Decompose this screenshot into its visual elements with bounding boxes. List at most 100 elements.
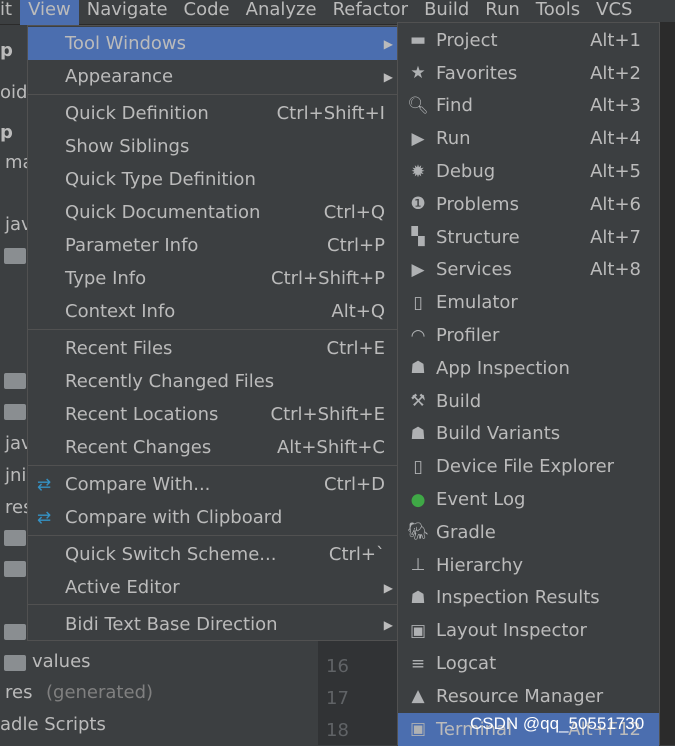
menu-item-device-file-explorer[interactable]: ▯ Device File Explorer (398, 450, 659, 483)
menu-item-tool-windows[interactable]: Tool Windows ▶ (28, 27, 397, 60)
menu-item-type-info[interactable]: Type Info Ctrl+Shift+P (28, 262, 397, 295)
menu-code[interactable]: Code (176, 0, 238, 25)
menu-item-label: Appearance (65, 66, 174, 87)
menu-item-label: Build Variants (436, 423, 561, 445)
menu-item-label: Inspection Results (436, 587, 600, 609)
menu-item-appearance[interactable]: Appearance ▶ (28, 60, 397, 93)
menu-item-label: Device File Explorer (436, 456, 615, 478)
menu-build[interactable]: Build (416, 0, 477, 25)
menu-item-problems[interactable]: ❶ Problems Alt+6 (398, 188, 659, 221)
menu-item-quick-documentation[interactable]: Quick Documentation Ctrl+Q (28, 196, 397, 229)
star-icon: ★ (410, 63, 426, 84)
menu-item-label: Logcat (436, 653, 497, 675)
submenu-arrow-icon: ▶ (383, 580, 393, 595)
menu-item-label: Show Siblings (65, 136, 190, 157)
menu-item-emulator[interactable]: ▯ Emulator (398, 286, 659, 319)
menu-item-services[interactable]: ▶ Services Alt+8 (398, 254, 659, 287)
play-icon: ▶ (411, 128, 425, 149)
menu-vcs[interactable]: VCS (588, 0, 640, 25)
menu-item-compare-with[interactable]: ⇄ Compare With... Ctrl+D (28, 468, 397, 501)
menu-navigate[interactable]: Navigate (79, 0, 176, 25)
menu-separator (28, 535, 397, 536)
menu-item-label: Quick Definition (65, 103, 209, 124)
editor (660, 22, 675, 745)
menu-item-hierarchy[interactable]: ⊥ Hierarchy (398, 549, 659, 582)
menu-run[interactable]: Run (477, 0, 528, 25)
menu-item-build[interactable]: ⚒ Build (398, 385, 659, 418)
menu-item-quick-definition[interactable]: Quick Definition Ctrl+Shift+I (28, 97, 397, 130)
menu-item-compare-with-clipboard[interactable]: ⇄ Compare with Clipboard (28, 501, 397, 534)
menu-item-find[interactable]: 🔍︎ Find Alt+3 (398, 90, 659, 123)
menu-item-project[interactable]: ▬ Project Alt+1 (398, 24, 659, 57)
shortcut-label: Ctrl+E (326, 338, 385, 359)
services-icon: ▶ (411, 259, 425, 280)
menu-item-recent-locations[interactable]: Recent Locations Ctrl+Shift+E (28, 398, 397, 431)
tree-item[interactable]: p (0, 122, 13, 143)
tree-item[interactable]: values (32, 651, 91, 672)
gradle-icon: 🐘︎ (407, 522, 429, 543)
menu-item-show-siblings[interactable]: Show Siblings (28, 130, 397, 163)
shortcut-label: Ctrl+D (324, 474, 385, 495)
menu-item-bidi-text-base-direction[interactable]: Bidi Text Base Direction ▶ (28, 608, 397, 641)
tree-item[interactable]: res (5, 682, 32, 703)
shortcut-label: Ctrl+P (327, 235, 385, 256)
menu-item-event-log[interactable]: ● Event Log (398, 483, 659, 516)
line-number: 18 (326, 720, 349, 741)
menu-item-label: Quick Documentation (65, 202, 261, 223)
menu-view[interactable]: View (20, 0, 79, 25)
menu-item-label: App Inspection (436, 357, 570, 379)
tree-item[interactable]: adle Scripts (0, 714, 106, 735)
menu-item-profiler[interactable]: ◠ Profiler (398, 319, 659, 352)
menu-item-run[interactable]: ▶ Run Alt+4 (398, 122, 659, 155)
menu-item-label: Services (436, 259, 512, 281)
hierarchy-icon: ⊥ (410, 555, 426, 576)
shortcut-label: Alt+8 (590, 259, 641, 281)
menu-item-recent-files[interactable]: Recent Files Ctrl+E (28, 332, 397, 365)
menu-separator (28, 465, 397, 466)
menu-separator (28, 94, 397, 95)
menu-analyze[interactable]: Analyze (238, 0, 325, 25)
menu-item-label: Problems (436, 193, 519, 215)
menu-item-parameter-info[interactable]: Parameter Info Ctrl+P (28, 229, 397, 262)
menu-item-app-inspection[interactable]: ☗ App Inspection (398, 352, 659, 385)
menu-item-inspection-results[interactable]: ☗ Inspection Results (398, 582, 659, 615)
folder-icon (4, 248, 26, 264)
menu-refactor[interactable]: Refactor (325, 0, 417, 25)
menu-item-debug[interactable]: ✹ Debug Alt+5 (398, 155, 659, 188)
tree-item[interactable]: jni (5, 465, 26, 486)
menu-tools[interactable]: Tools (528, 0, 588, 25)
menu-item-quick-type-definition[interactable]: Quick Type Definition (28, 163, 397, 196)
menu-item-favorites[interactable]: ★ Favorites Alt+2 (398, 57, 659, 90)
menu-item-context-info[interactable]: Context Info Alt+Q (28, 295, 397, 328)
event-log-icon: ● (410, 489, 426, 510)
watermark: CSDN @qq_50551730 (470, 714, 645, 733)
shortcut-label: Ctrl+Shift+I (276, 103, 385, 124)
menu-item-quick-switch-scheme[interactable]: Quick Switch Scheme... Ctrl+` (28, 538, 397, 571)
menu-item-label: Recent Locations (65, 404, 219, 425)
shortcut-label: Alt+1 (590, 29, 641, 51)
menu-item-label: Quick Type Definition (65, 169, 256, 190)
logcat-icon: ≡ (410, 653, 426, 674)
menu-edit[interactable]: it (0, 0, 20, 25)
tree-item[interactable]: oid (0, 82, 27, 103)
menu-item-logcat[interactable]: ≡ Logcat (398, 647, 659, 680)
menu-item-label: Run (436, 128, 471, 150)
layout-inspector-icon: ▣ (409, 620, 427, 641)
menu-item-layout-inspector[interactable]: ▣ Layout Inspector (398, 614, 659, 647)
shortcut-label: Alt+7 (590, 226, 641, 248)
menu-item-label: Type Info (65, 268, 147, 289)
menu-item-structure[interactable]: ▚ Structure Alt+7 (398, 221, 659, 254)
menu-item-label: Compare With... (65, 474, 211, 495)
menu-item-label: Compare with Clipboard (65, 507, 283, 528)
menu-item-resource-manager[interactable]: ▲ Resource Manager (398, 680, 659, 713)
menu-item-label: Bidi Text Base Direction (65, 614, 278, 635)
menu-item-recent-changes[interactable]: Recent Changes Alt+Shift+C (28, 431, 397, 464)
menu-item-label: Active Editor (65, 577, 180, 598)
compare-icon: ⇄ (36, 474, 52, 495)
tree-item-suffix: (generated) (46, 682, 154, 703)
menu-item-recently-changed-files[interactable]: Recently Changed Files (28, 365, 397, 398)
tree-item[interactable]: p (0, 40, 13, 61)
menu-item-build-variants[interactable]: ☗ Build Variants (398, 418, 659, 451)
menu-item-gradle[interactable]: 🐘︎ Gradle (398, 516, 659, 549)
menu-item-active-editor[interactable]: Active Editor ▶ (28, 571, 397, 604)
